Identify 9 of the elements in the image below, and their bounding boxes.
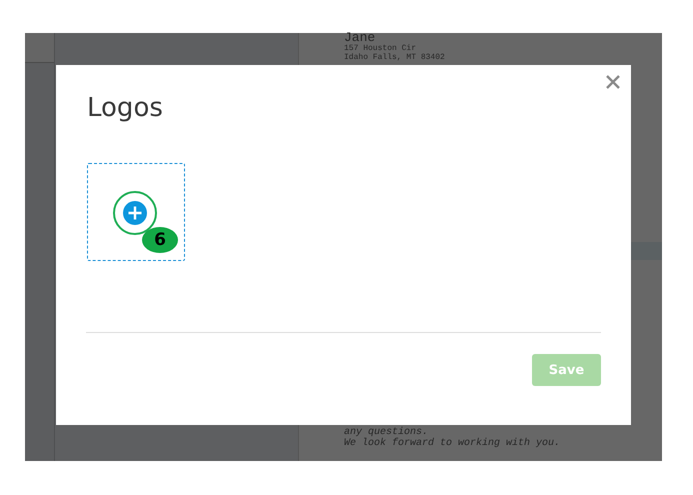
address-line: Idaho Falls, MT 83402 [344, 53, 446, 62]
close-icon[interactable] [605, 74, 621, 90]
address-line: 157 Houston Cir [344, 44, 418, 53]
closing-line: We look forward to working with you. [344, 438, 562, 449]
closing-line: any questions. [344, 427, 428, 438]
logo-upload-tile[interactable]: 6 [87, 163, 185, 261]
recipient-name: Jane [344, 31, 376, 44]
count-badge: 6 [142, 227, 178, 253]
dialog-title: Logos [87, 92, 164, 125]
